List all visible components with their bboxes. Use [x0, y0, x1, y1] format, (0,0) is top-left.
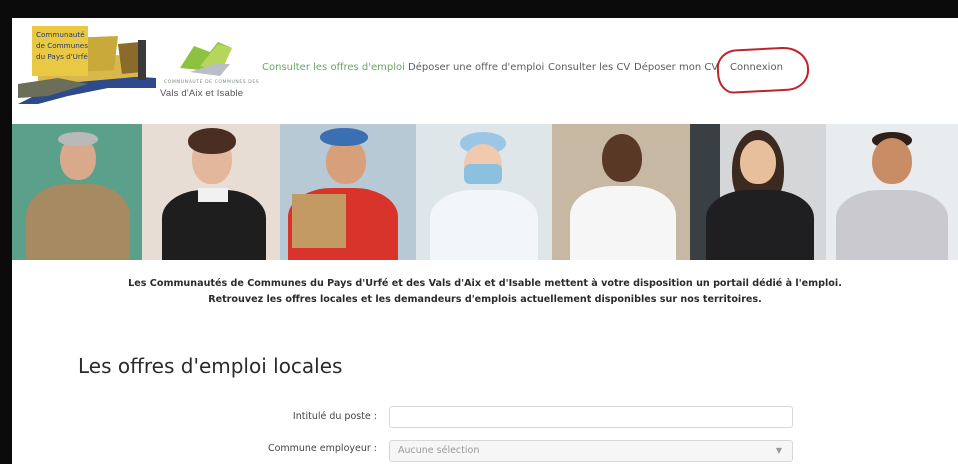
job-title-input[interactable]	[389, 406, 793, 428]
nav-deposer-cv[interactable]: Déposer mon CV	[634, 62, 718, 73]
logo-line-3: du Pays d'Urfé	[36, 52, 88, 61]
logo-pays-durfe[interactable]: Communauté de Communes du Pays d'Urfé	[18, 26, 156, 104]
banner-photo-7	[826, 124, 958, 260]
annotation-circle	[715, 45, 811, 95]
commune-select-value: Aucune sélection	[398, 445, 480, 456]
banner-photo-5	[552, 124, 690, 260]
logo-vals-daix[interactable]: COMMUNAUTÉ DE COMMUNES DES Vals d'Aix et…	[160, 38, 260, 104]
logo-vals-daix-name: Vals d'Aix et Isable	[160, 88, 244, 99]
intro-line-2: Retrouvez les offres locales et les dema…	[208, 294, 762, 305]
site-header: Communauté de Communes du Pays d'Urfé CO…	[12, 18, 958, 124]
commune-label: Commune employeur :	[267, 443, 377, 454]
banner-photo-4	[416, 124, 552, 260]
page: Communauté de Communes du Pays d'Urfé CO…	[12, 18, 958, 464]
banner-photo-1	[12, 124, 142, 260]
commune-select[interactable]: Aucune sélection ▼	[389, 440, 793, 462]
section-title: Les offres d'emploi locales	[78, 354, 343, 378]
logo-vals-daix-graphic	[180, 42, 232, 76]
nav-consulter-cv[interactable]: Consulter les CV	[548, 62, 630, 73]
banner-photo-3	[280, 124, 416, 260]
nav-deposer-offre[interactable]: Déposer une offre d'emploi	[408, 62, 544, 73]
logo-pays-durfe-text: Communauté de Communes du Pays d'Urfé	[32, 26, 88, 76]
nav-consulter-offres[interactable]: Consulter les offres d'emploi	[262, 62, 405, 73]
banner-photo-6	[690, 124, 826, 260]
caret-down-icon: ▼	[775, 446, 782, 455]
logo-line-1: Communauté	[36, 30, 85, 39]
hero-banner	[12, 124, 958, 260]
logo-line-2: de Communes	[36, 41, 88, 50]
intro-text: Les Communautés de Communes du Pays d'Ur…	[12, 276, 958, 308]
logo-vals-daix-small-text: COMMUNAUTÉ DE COMMUNES DES	[164, 80, 260, 85]
intro-line-1: Les Communautés de Communes du Pays d'Ur…	[128, 278, 842, 289]
banner-photo-2	[142, 124, 280, 260]
job-title-label: Intitulé du poste :	[292, 411, 377, 422]
